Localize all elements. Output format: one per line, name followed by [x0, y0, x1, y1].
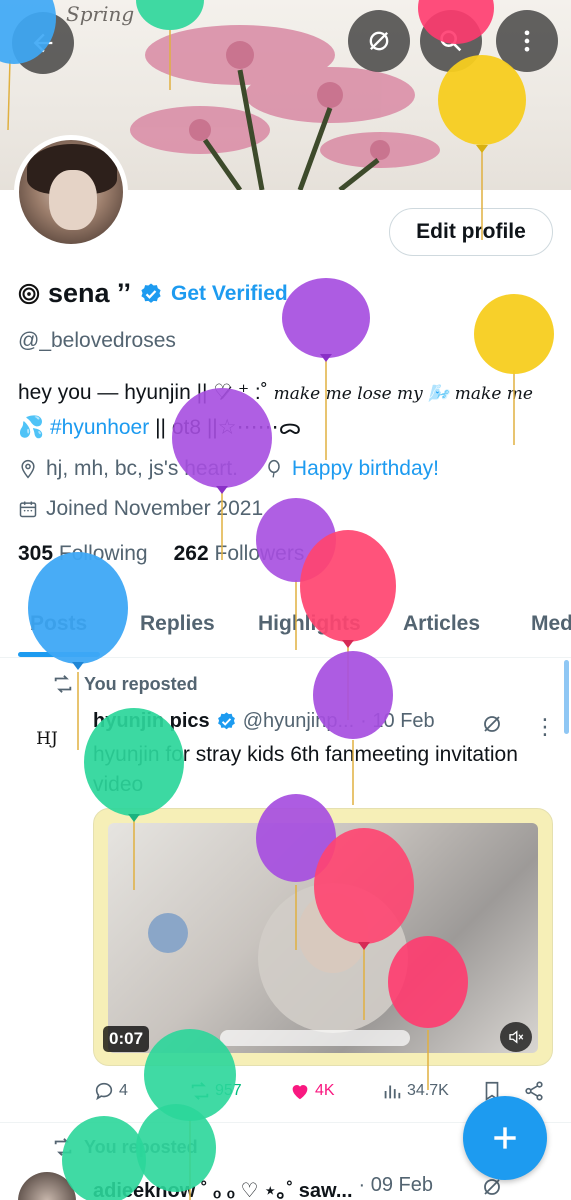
like-button[interactable]: 4K	[289, 1080, 335, 1102]
views-count: 34.7K	[407, 1082, 449, 1099]
repost-icon	[191, 1082, 209, 1100]
calendar-icon	[19, 501, 37, 518]
post-author-avatar[interactable]: HJ	[18, 710, 76, 768]
avatar-face	[49, 170, 97, 230]
profile-location: hj, mh, bc, js's heart.	[46, 457, 238, 480]
profile-avatar[interactable]	[14, 135, 128, 249]
video-decoration	[148, 913, 188, 953]
follow-stats: 305 Following 262 Followers	[18, 542, 304, 566]
post-author-avatar[interactable]	[18, 1172, 76, 1200]
compose-post-button[interactable]	[463, 1096, 547, 1180]
banner-text: Spring	[66, 2, 135, 26]
video-caption-bar	[220, 1030, 410, 1046]
tab-media[interactable]: Media	[531, 612, 571, 636]
share-icon	[525, 1081, 543, 1101]
grok-button[interactable]	[348, 10, 410, 72]
tab-posts[interactable]: Posts	[30, 612, 87, 636]
profile-joined-date: Joined November 2021	[46, 497, 264, 520]
post-author-name[interactable]: hyunjin pics	[93, 710, 210, 733]
share-button[interactable]	[523, 1080, 545, 1102]
location-pin-icon	[21, 459, 35, 479]
views-chart-icon	[384, 1085, 401, 1099]
more-vertical-icon	[524, 30, 530, 52]
repost-indicator: You reposted	[52, 673, 198, 695]
bio-script-text: make me lose my 🌬️ make me	[273, 384, 533, 404]
bio-text-rest: || ot8 ||☆⋯⋯ᯅ	[149, 416, 302, 439]
scrollbar[interactable]	[564, 660, 569, 734]
following-count: 305	[18, 542, 54, 565]
get-verified-link[interactable]: Get Verified	[171, 282, 288, 306]
reply-icon	[95, 1082, 113, 1101]
profile-bio: hey you — hyunjin || ♡̷ ⁺ :˚ make me los…	[18, 376, 558, 444]
video-subject-face	[298, 893, 368, 973]
spiral-icon	[18, 283, 40, 304]
active-tab-indicator	[18, 652, 100, 657]
search-icon	[440, 30, 462, 52]
profile-tabs: Posts Replies Highlights Articles Media	[0, 600, 571, 658]
post-date: · 10 Feb	[360, 710, 435, 732]
post-author-name[interactable]: adieeknow ˚ ₒ ₒ ♡ ⋆｡˚ saw...	[93, 1174, 353, 1200]
heart-filled-icon	[292, 1085, 308, 1100]
profile-meta-row: hj, mh, bc, js's heart. Happy birthday!	[18, 457, 439, 481]
bio-emoji: 💦	[18, 416, 50, 439]
repost-button[interactable]: 957	[189, 1080, 242, 1102]
speaker-muted-icon	[509, 1030, 524, 1044]
profile-handle: @_belovedroses	[18, 329, 176, 352]
profile-name-row: sena ’’ Get Verified	[18, 278, 288, 309]
post-text: hyunjin for stray kids 6th fanmeeting in…	[93, 743, 518, 796]
grok-icon[interactable]	[480, 712, 504, 736]
more-options-button[interactable]	[496, 10, 558, 72]
followers-count: 262	[173, 542, 209, 565]
repost-label: You reposted	[84, 1136, 198, 1157]
reply-count: 4	[119, 1082, 128, 1099]
mute-button[interactable]	[500, 1022, 532, 1052]
post-header: hyunjin pics @hyunjinp... · 10 Feb	[93, 710, 435, 733]
grok-icon	[369, 31, 389, 51]
like-count: 4K	[315, 1082, 335, 1099]
tab-articles[interactable]: Articles	[403, 612, 480, 636]
verified-badge-icon[interactable]	[139, 282, 163, 306]
repost-label: You reposted	[84, 673, 198, 694]
display-name: sena ’’	[48, 278, 132, 308]
following-label: Following	[58, 542, 148, 565]
back-arrow-icon	[33, 33, 53, 53]
post-date: · 09 Feb	[358, 1174, 433, 1196]
edit-profile-button[interactable]: Edit profile	[389, 208, 553, 256]
balloon-icon	[268, 459, 280, 478]
reply-button[interactable]: 4	[93, 1080, 128, 1102]
video-frame	[108, 823, 538, 1053]
tab-highlights[interactable]: Highlights	[258, 612, 361, 636]
tab-replies[interactable]: Replies	[140, 612, 215, 636]
plus-icon	[494, 1127, 516, 1149]
repost-indicator: You reposted	[52, 1136, 198, 1158]
post-more-button[interactable]: ⋮	[534, 714, 556, 740]
profile-joined-row: Joined November 2021	[18, 497, 263, 521]
views-button[interactable]: 34.7K	[381, 1080, 449, 1102]
followers-label: Followers	[214, 542, 305, 565]
post-author-handle[interactable]: @hyunjinp...	[243, 710, 354, 733]
followers-link[interactable]: 262 Followers	[174, 542, 305, 566]
bio-hashtag-link[interactable]: #hyunhoer	[50, 416, 149, 439]
repost-count: 957	[215, 1082, 242, 1099]
repost-icon	[54, 675, 72, 693]
birthday-link[interactable]: Happy birthday!	[292, 457, 439, 481]
repost-icon	[54, 1138, 72, 1156]
following-link[interactable]: 305 Following	[18, 542, 148, 566]
bio-text: hey you — hyunjin || ♡̷ ⁺ :˚	[18, 381, 274, 404]
verified-badge-icon	[217, 712, 235, 730]
back-button[interactable]	[12, 12, 74, 74]
post-video[interactable]	[93, 808, 553, 1066]
post-header: adieeknow ˚ ₒ ₒ ♡ ⋆｡˚ saw... · 09 Feb	[93, 1174, 433, 1200]
search-button[interactable]	[420, 10, 482, 72]
video-duration: 0:07	[103, 1026, 150, 1052]
